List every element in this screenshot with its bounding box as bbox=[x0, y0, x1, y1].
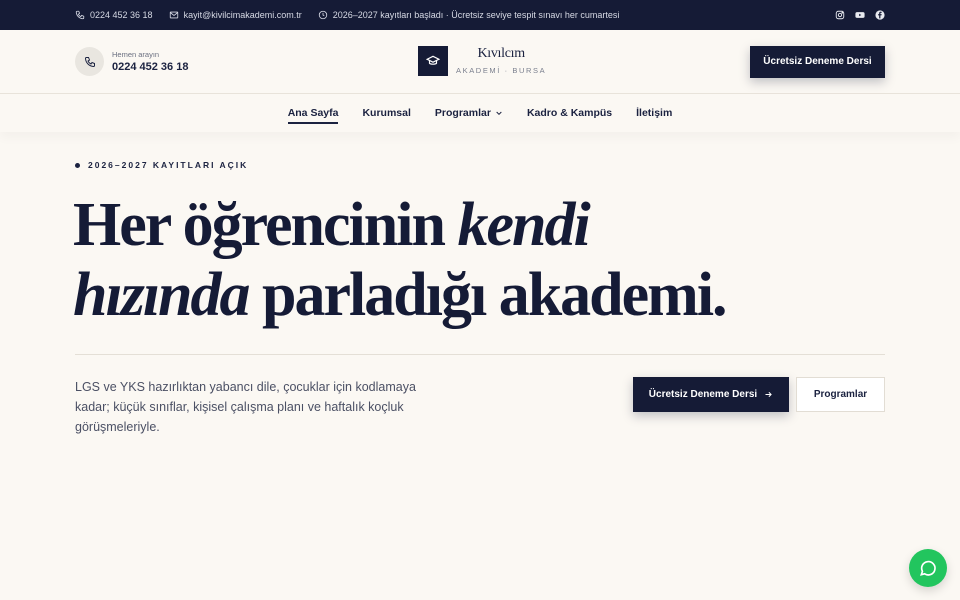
whatsapp-icon bbox=[920, 560, 936, 576]
headline-part1: Her öğrencinin bbox=[73, 191, 458, 259]
youtube-icon[interactable] bbox=[855, 10, 865, 20]
nav-item-about[interactable]: Kurumsal bbox=[350, 94, 422, 132]
hero-programs-button[interactable]: Programlar bbox=[796, 377, 885, 412]
hero-trial-lesson-button[interactable]: Ücretsiz Deneme Dersi bbox=[633, 377, 789, 412]
call-circle bbox=[75, 47, 104, 76]
graduation-cap-icon bbox=[426, 55, 440, 65]
headline-emphasis-1: kendi bbox=[457, 191, 590, 259]
hero-headline: Her öğrencinin kendi hızında parladığı a… bbox=[73, 190, 728, 330]
nav-label: Kadro & Kampüs bbox=[526, 107, 613, 119]
topbar-phone[interactable]: 0224 452 36 18 bbox=[75, 10, 153, 20]
mail-icon bbox=[169, 11, 178, 19]
topbar-email[interactable]: kayit@kivilcimakademi.com.tr bbox=[169, 10, 302, 20]
arrow-right-icon bbox=[765, 391, 772, 398]
logo-name: Kıvılcım bbox=[477, 46, 525, 61]
topbar-email-text: kayit@kivilcimakademi.com.tr bbox=[183, 10, 302, 20]
nav-label: Kurumsal bbox=[362, 107, 411, 119]
nav-item-programs[interactable]: Programlar bbox=[423, 94, 515, 132]
site-header: Hemen arayın 0224 452 36 18 Kıvılcım AKA… bbox=[0, 30, 960, 94]
nav-item-staff-campus[interactable]: Kadro & Kampüs bbox=[515, 94, 624, 132]
nav-label: İletişim bbox=[636, 107, 673, 119]
facebook-icon[interactable] bbox=[875, 10, 885, 20]
hero-description: LGS ve YKS hazırlıktan yabancı dile, çoc… bbox=[75, 380, 416, 434]
eyebrow-dot bbox=[75, 162, 80, 168]
hero-primary-label: Ücretsiz Deneme Dersi bbox=[648, 389, 758, 400]
eyebrow-text: 2026–2027 KAYITLARI AÇIK bbox=[88, 160, 249, 170]
call-number: 0224 452 36 18 bbox=[112, 61, 189, 73]
phone-icon bbox=[84, 56, 95, 67]
call-block[interactable]: Hemen arayın 0224 452 36 18 bbox=[75, 47, 188, 76]
top-bar: 0224 452 36 18 kayit@kivilcimakademi.com… bbox=[0, 0, 960, 30]
hero-eyebrow: 2026–2027 KAYITLARI AÇIK bbox=[75, 160, 248, 170]
topbar-notice: 2026–2027 kayıtları başladı · Ücretsiz s… bbox=[318, 10, 620, 20]
chevron-down-icon bbox=[496, 111, 502, 116]
hero-divider bbox=[75, 354, 885, 355]
trial-lesson-button[interactable]: Ücretsiz Deneme Dersi bbox=[750, 45, 885, 78]
call-label: Hemen arayın bbox=[112, 50, 160, 59]
nav-item-contact[interactable]: İletişim bbox=[624, 94, 684, 132]
nav-label: Ana Sayfa bbox=[287, 107, 339, 119]
phone-icon bbox=[75, 10, 85, 20]
topbar-notice-text: 2026–2027 kayıtları başladı · Ücretsiz s… bbox=[332, 10, 620, 20]
headline-part2: parladığı akademi. bbox=[248, 261, 728, 329]
logo-subtitle: AKADEMİ · BURSA bbox=[456, 66, 547, 75]
site-logo[interactable]: Kıvılcım AKADEMİ · BURSA bbox=[418, 46, 546, 76]
clock-icon bbox=[318, 10, 327, 20]
nav-label: Programlar bbox=[434, 107, 491, 119]
logo-text: Kıvılcım AKADEMİ · BURSA bbox=[456, 46, 547, 76]
topbar-phone-text: 0224 452 36 18 bbox=[90, 10, 153, 20]
social-links bbox=[835, 10, 885, 20]
instagram-icon[interactable] bbox=[835, 10, 845, 20]
headline-emphasis-2: hızında bbox=[73, 261, 251, 329]
call-text: Hemen arayın 0224 452 36 18 bbox=[112, 50, 188, 73]
whatsapp-button[interactable] bbox=[909, 549, 947, 587]
main-nav: Ana Sayfa Kurumsal Programlar Kadro & Ka… bbox=[0, 94, 960, 132]
nav-item-home[interactable]: Ana Sayfa bbox=[276, 94, 351, 132]
logo-mark bbox=[418, 46, 448, 76]
